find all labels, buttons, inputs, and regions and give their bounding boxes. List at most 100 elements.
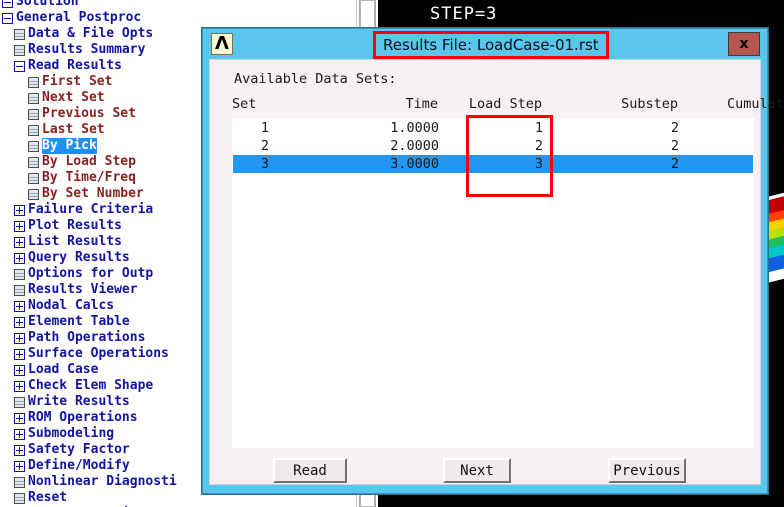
dialog-body: Available Data Sets: Set Time Load Step … bbox=[209, 59, 784, 485]
sheet-icon bbox=[14, 492, 25, 504]
sheet-icon bbox=[14, 44, 25, 56]
column-header-substep: Substep bbox=[621, 96, 678, 112]
tree-item-label: Previous Set bbox=[42, 106, 136, 121]
cell-time: 3.0000 bbox=[390, 156, 439, 172]
plus-box-icon[interactable] bbox=[14, 252, 25, 264]
sheet-icon bbox=[14, 396, 25, 408]
dialog-title: Results File: LoadCase-01.rst bbox=[383, 36, 599, 54]
tree-item-label: General Postproc bbox=[16, 10, 142, 25]
dialog-titlebar[interactable]: Λ Results File: LoadCase-01.rst x bbox=[203, 29, 767, 59]
cell-cumulative: 2 bbox=[697, 120, 753, 136]
tree-item-label: Failure Criteria bbox=[28, 202, 154, 217]
sheet-icon bbox=[28, 140, 39, 152]
plus-box-icon[interactable] bbox=[14, 460, 25, 472]
tree-item-label: Define/Modify bbox=[28, 458, 130, 473]
column-header-time: Time bbox=[405, 96, 438, 112]
tree-item-label: Nonlinear Diagnosti bbox=[28, 474, 177, 489]
plus-box-icon[interactable] bbox=[14, 428, 25, 440]
cell-set: 3 bbox=[260, 156, 269, 172]
tree-item-label: Results Summary bbox=[28, 42, 146, 57]
column-header-load-step: Load Step bbox=[468, 96, 542, 112]
cell-substep: 2 bbox=[670, 138, 679, 154]
table-row[interactable]: 1 1.0000 1 2 2 bbox=[233, 119, 753, 137]
tree-item-label: List Results bbox=[28, 234, 122, 249]
plus-box-icon[interactable] bbox=[14, 412, 25, 424]
previous-button[interactable]: Previous bbox=[608, 458, 686, 483]
plus-box-icon[interactable] bbox=[14, 332, 25, 344]
cell-set: 2 bbox=[260, 138, 269, 154]
tree-item-label: Query Results bbox=[28, 250, 130, 265]
tree-item-label: By Time/Freq bbox=[42, 170, 136, 185]
tree-item-label: ROM Operations bbox=[28, 410, 138, 425]
column-header-set: Set bbox=[232, 96, 257, 112]
tree-item-label: By Pick bbox=[42, 138, 97, 154]
plus-box-icon[interactable] bbox=[14, 316, 25, 328]
step-label: STEP=3 bbox=[430, 4, 498, 24]
sheet-icon bbox=[14, 28, 25, 40]
sheet-icon bbox=[28, 188, 39, 200]
tree-item-label: Last Set bbox=[42, 122, 105, 137]
tree-item-label: By Load Step bbox=[42, 154, 136, 169]
column-header-cumulative: Cumulati bbox=[726, 96, 784, 112]
tree-item-general-postproc[interactable]: General Postproc bbox=[0, 10, 356, 26]
sheet-icon bbox=[28, 172, 39, 184]
sheet-icon bbox=[28, 124, 39, 136]
plus-box-icon[interactable] bbox=[14, 364, 25, 376]
table-row[interactable]: 3 3.0000 3 2 6 bbox=[233, 155, 753, 173]
cell-load-step: 1 bbox=[534, 120, 543, 136]
dialog-title-highlight-box: Results File: LoadCase-01.rst bbox=[373, 31, 609, 59]
cell-time: 2.0000 bbox=[390, 138, 439, 154]
plus-box-icon[interactable] bbox=[14, 348, 25, 360]
results-file-dialog[interactable]: Λ Results File: LoadCase-01.rst x Availa… bbox=[202, 28, 784, 494]
tree-item-label: Options for Outp bbox=[28, 266, 154, 281]
tree-item-label: First Set bbox=[42, 74, 113, 89]
plus-box-icon[interactable] bbox=[14, 444, 25, 456]
tree-item-label: Submodeling bbox=[28, 426, 115, 441]
minus-box-icon[interactable] bbox=[2, 0, 13, 8]
tree-item-label: Element Table bbox=[28, 314, 130, 329]
sheet-icon bbox=[14, 268, 25, 280]
tree-item-label: Read Results bbox=[28, 58, 122, 73]
tree-item-label: Surface Operations bbox=[28, 346, 169, 361]
cell-load-step: 3 bbox=[534, 156, 543, 172]
plus-box-icon[interactable] bbox=[14, 204, 25, 216]
cell-cumulative: 4 bbox=[697, 138, 753, 154]
cell-substep: 2 bbox=[670, 156, 679, 172]
cell-set: 1 bbox=[260, 120, 269, 136]
minus-box-icon[interactable] bbox=[14, 60, 25, 72]
read-button[interactable]: Read bbox=[273, 458, 347, 483]
plus-box-icon[interactable] bbox=[14, 220, 25, 232]
cell-cumulative: 6 bbox=[697, 156, 753, 172]
sheet-icon bbox=[28, 108, 39, 120]
tree-item-label: Data & File Opts bbox=[28, 26, 154, 41]
tree-item-label: Results Viewer bbox=[28, 282, 138, 297]
cell-load-step: 2 bbox=[534, 138, 543, 154]
tree-item-solution[interactable]: Solution bbox=[0, 0, 356, 10]
plus-box-icon[interactable] bbox=[14, 236, 25, 248]
table-row[interactable]: 2 2.0000 2 2 4 bbox=[233, 137, 753, 155]
tree-item-label: By Set Number bbox=[42, 186, 144, 201]
tree-item-label: Nodal Calcs bbox=[28, 298, 115, 313]
plus-box-icon[interactable] bbox=[14, 380, 25, 392]
tree-item-label: Reset bbox=[28, 490, 68, 505]
close-button[interactable]: x bbox=[728, 32, 760, 56]
tree-item-label: Check Elem Shape bbox=[28, 378, 154, 393]
available-data-sets-label: Available Data Sets: bbox=[234, 71, 397, 87]
sheet-icon bbox=[28, 92, 39, 104]
sheet-icon bbox=[14, 476, 25, 488]
plus-box-icon[interactable] bbox=[14, 300, 25, 312]
tree-item-label: Plot Results bbox=[28, 218, 122, 233]
tree-item-label: Next Set bbox=[42, 90, 105, 105]
tree-item-label: Safety Factor bbox=[28, 442, 130, 457]
tree-item-label: Write Results bbox=[28, 394, 130, 409]
cell-time: 1.0000 bbox=[390, 120, 439, 136]
sheet-icon bbox=[14, 284, 25, 296]
tree-item-label: Load Case bbox=[28, 362, 99, 377]
ansys-lambda-icon: Λ bbox=[211, 33, 233, 55]
next-button[interactable]: Next bbox=[443, 458, 511, 483]
tree-item-label: Solution bbox=[16, 0, 79, 9]
screen-root: Solution General Postproc Data & File Opts… bbox=[0, 0, 784, 507]
cell-substep: 2 bbox=[670, 120, 679, 136]
data-sets-listbox[interactable]: 1 1.0000 1 2 2 2 2.0000 2 2 4 3 3.0000 3 bbox=[232, 118, 754, 448]
minus-box-icon[interactable] bbox=[2, 12, 13, 24]
